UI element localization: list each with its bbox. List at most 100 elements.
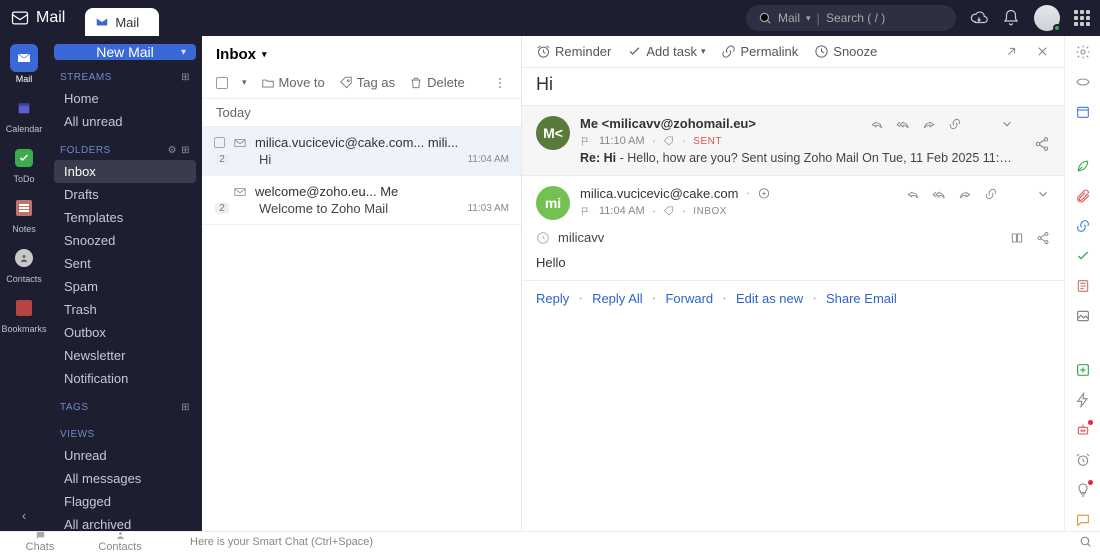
sidebar-item-home[interactable]: Home bbox=[54, 87, 196, 110]
bell-icon[interactable] bbox=[1002, 9, 1020, 27]
avatar[interactable] bbox=[1034, 5, 1060, 31]
reply-all-link[interactable]: Reply All bbox=[592, 291, 643, 306]
app-rail: Mail Calendar ToDo Notes Contacts Bookma… bbox=[0, 36, 48, 531]
close-icon[interactable] bbox=[1035, 44, 1050, 59]
rail-calendar[interactable]: Calendar bbox=[6, 94, 43, 134]
check-icon bbox=[15, 149, 33, 167]
attachment-icon[interactable] bbox=[1075, 188, 1091, 204]
sidebar-item-spam[interactable]: Spam bbox=[54, 275, 196, 298]
new-mail-button[interactable]: New Mail ▾ bbox=[54, 44, 196, 60]
tab-mail[interactable]: Mail bbox=[85, 8, 159, 36]
image-icon[interactable] bbox=[1075, 308, 1091, 324]
reader-mode-icon[interactable] bbox=[1010, 231, 1024, 245]
right-rail bbox=[1064, 36, 1100, 531]
cloud-download-icon[interactable] bbox=[970, 9, 988, 27]
notes-icon[interactable] bbox=[1075, 278, 1091, 294]
more-icon[interactable] bbox=[493, 76, 507, 90]
reply-icon[interactable] bbox=[870, 117, 884, 131]
sidebar-item-sent[interactable]: Sent bbox=[54, 252, 196, 275]
add-task-button[interactable]: Add task▾ bbox=[627, 44, 705, 59]
rail-todo[interactable]: ToDo bbox=[10, 144, 38, 184]
search-icon[interactable] bbox=[1079, 535, 1092, 548]
todo-icon[interactable] bbox=[1075, 248, 1091, 264]
bottom-chats[interactable]: Chats bbox=[0, 530, 80, 553]
delete-button[interactable]: Delete bbox=[409, 75, 465, 90]
sidebar-item-all-unread[interactable]: All unread bbox=[54, 110, 196, 133]
plus-icon[interactable]: ⊞ bbox=[181, 402, 190, 413]
share-email-link[interactable]: Share Email bbox=[826, 291, 897, 306]
sidebar-item-inbox[interactable]: Inbox bbox=[54, 160, 196, 183]
message-item[interactable]: welcome@zoho.eu... Me 2 Welcome to Zoho … bbox=[202, 176, 521, 225]
app-switcher-icon[interactable] bbox=[1074, 10, 1090, 26]
tag-as-button[interactable]: Tag as bbox=[339, 75, 395, 90]
share-icon[interactable] bbox=[1036, 231, 1050, 245]
sidebar-item-unread[interactable]: Unread bbox=[54, 444, 196, 467]
sidebar-item-snoozed[interactable]: Snoozed bbox=[54, 229, 196, 252]
tag-icon bbox=[339, 76, 353, 90]
forward-icon[interactable] bbox=[958, 187, 972, 201]
open-new-icon[interactable] bbox=[1004, 44, 1019, 59]
sidebar-item-all-archived[interactable]: All archived bbox=[54, 513, 196, 531]
link-icon[interactable] bbox=[1075, 218, 1091, 234]
sidebar-item-flagged[interactable]: Flagged bbox=[54, 490, 196, 513]
chevron-down-icon[interactable] bbox=[1000, 117, 1014, 131]
folder-title[interactable]: Inbox ▾ bbox=[202, 36, 521, 71]
chevron-down-icon[interactable]: ▾ bbox=[242, 77, 247, 88]
share-icon[interactable] bbox=[1034, 136, 1050, 152]
widget-icon[interactable] bbox=[1075, 74, 1091, 90]
sidebar-item-all-messages[interactable]: All messages bbox=[54, 467, 196, 490]
thread-message-collapsed[interactable]: M< Me <milicavv@zohomail.eu> bbox=[522, 105, 1064, 175]
bottom-contacts[interactable]: Contacts bbox=[80, 530, 160, 553]
plus-icon[interactable]: ⊞ bbox=[181, 72, 190, 83]
rail-bookmarks[interactable]: Bookmarks bbox=[1, 294, 46, 334]
chat-icon[interactable] bbox=[1075, 512, 1091, 528]
bolt-icon[interactable] bbox=[1075, 392, 1091, 408]
rail-contacts[interactable]: Contacts bbox=[6, 244, 42, 284]
forward-link[interactable]: Forward bbox=[665, 291, 713, 306]
reply-link[interactable]: Reply bbox=[536, 291, 569, 306]
add-widget-icon[interactable] bbox=[1075, 362, 1091, 378]
sidebar-item-trash[interactable]: Trash bbox=[54, 298, 196, 321]
leaf-icon[interactable] bbox=[1075, 158, 1091, 174]
message-time: 11:04 AM bbox=[599, 205, 645, 217]
rail-expand-icon[interactable]: ‹ bbox=[22, 508, 26, 523]
sidebar-item-newsletter[interactable]: Newsletter bbox=[54, 344, 196, 367]
sidebar-item-outbox[interactable]: Outbox bbox=[54, 321, 196, 344]
reply-icon[interactable] bbox=[906, 187, 920, 201]
lightbulb-icon[interactable] bbox=[1075, 482, 1091, 498]
bot-icon[interactable] bbox=[1075, 422, 1091, 438]
edit-as-new-link[interactable]: Edit as new bbox=[736, 291, 803, 306]
plus-icon[interactable]: ⊞ bbox=[181, 145, 190, 156]
app-header: Mail Mail Mail ▾ | Search ( / ) bbox=[0, 0, 1100, 36]
reply-all-icon[interactable] bbox=[932, 187, 946, 201]
reminder-button[interactable]: Reminder bbox=[536, 44, 611, 59]
sidebar-item-notification[interactable]: Notification bbox=[54, 367, 196, 390]
link-icon[interactable] bbox=[984, 187, 998, 201]
sidebar-item-templates[interactable]: Templates bbox=[54, 206, 196, 229]
flag-icon[interactable] bbox=[580, 136, 591, 147]
message-checkbox[interactable] bbox=[214, 137, 225, 148]
global-search[interactable]: Mail ▾ | Search ( / ) bbox=[746, 5, 956, 31]
permalink-button[interactable]: Permalink bbox=[721, 44, 798, 59]
reply-all-icon[interactable] bbox=[896, 117, 910, 131]
move-to-button[interactable]: Move to bbox=[261, 75, 325, 90]
tag-icon[interactable] bbox=[663, 136, 674, 147]
alarm-icon[interactable] bbox=[1075, 452, 1091, 468]
forward-icon[interactable] bbox=[922, 117, 936, 131]
tag-icon[interactable] bbox=[663, 206, 674, 217]
bookmarks-icon bbox=[16, 300, 32, 316]
message-item[interactable]: milica.vucicevic@cake.com... mili... 2 H… bbox=[202, 127, 521, 176]
select-all-checkbox[interactable] bbox=[216, 77, 228, 89]
gear-icon[interactable] bbox=[1075, 44, 1091, 60]
chat-icon[interactable] bbox=[757, 187, 771, 201]
sidebar-item-drafts[interactable]: Drafts bbox=[54, 183, 196, 206]
link-icon[interactable] bbox=[948, 117, 962, 131]
chevron-down-icon[interactable] bbox=[1036, 187, 1050, 201]
rail-notes[interactable]: Notes bbox=[10, 194, 38, 234]
calendar-icon[interactable] bbox=[1075, 104, 1091, 120]
snooze-button[interactable]: Snooze bbox=[814, 44, 877, 59]
gear-icon[interactable]: ⚙ bbox=[168, 145, 177, 156]
message-from: milica.vucicevic@cake.com... mili... bbox=[255, 135, 509, 150]
rail-mail[interactable]: Mail bbox=[10, 44, 38, 84]
flag-icon[interactable] bbox=[580, 206, 591, 217]
